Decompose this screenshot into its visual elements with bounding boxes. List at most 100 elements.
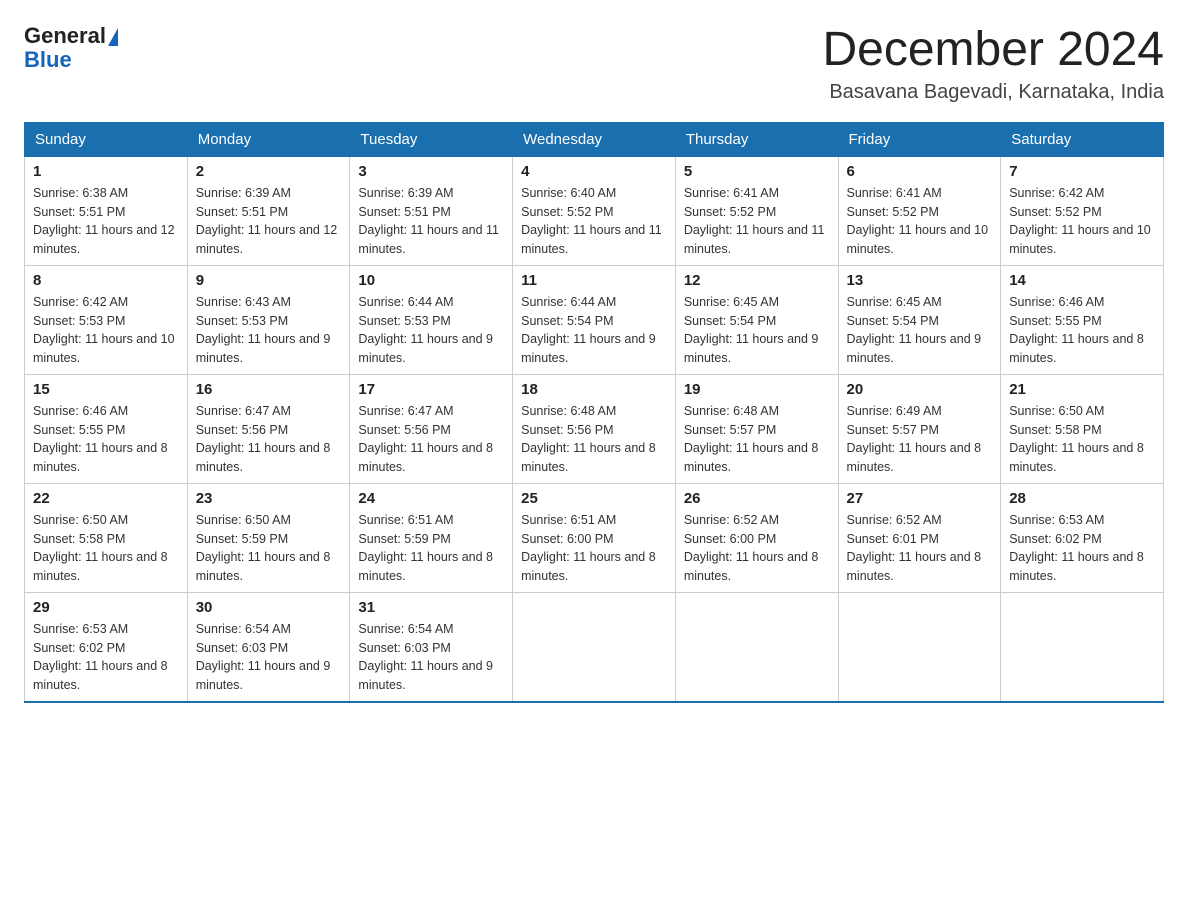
calendar-cell: 6Sunrise: 6:41 AMSunset: 5:52 PMDaylight… (838, 156, 1001, 265)
day-number: 28 (1009, 490, 1155, 507)
calendar-cell: 20 Sunrise: 6:49 AMSunset: 5:57 PMDayligh… (838, 374, 1001, 483)
day-info: Sunrise: 6:46 AMSunset: 5:55 PMDaylight:… (33, 402, 179, 477)
calendar-cell: 1 Sunrise: 6:38 AMSunset: 5:51 PMDaylight… (25, 156, 188, 265)
calendar-cell: 24 Sunrise: 6:51 AMSunset: 5:59 PMDayligh… (350, 483, 513, 592)
logo-blue-text: Blue (24, 48, 72, 72)
calendar-cell: 31 Sunrise: 6:54 AMSunset: 6:03 PMDayligh… (350, 592, 513, 702)
day-info: Sunrise: 6:42 AMSunset: 5:52 PMDaylight:… (1009, 184, 1155, 259)
calendar-cell: 12 Sunrise: 6:45 AMSunset: 5:54 PMDayligh… (675, 265, 838, 374)
page-header: General Blue December 2024 Basavana Bage… (24, 24, 1164, 104)
day-info: Sunrise: 6:54 AMSunset: 6:03 PMDaylight:… (196, 620, 342, 695)
calendar-cell: 8Sunrise: 6:42 AMSunset: 5:53 PMDaylight… (25, 265, 188, 374)
day-info: Sunrise: 6:44 AMSunset: 5:54 PMDaylight:… (521, 293, 667, 368)
day-info: Sunrise: 6:38 AMSunset: 5:51 PMDaylight:… (33, 184, 179, 259)
day-number: 11 (521, 272, 667, 289)
day-number: 31 (358, 599, 504, 616)
day-number: 2 (196, 163, 342, 180)
calendar-cell: 23 Sunrise: 6:50 AMSunset: 5:59 PMDayligh… (187, 483, 350, 592)
day-of-week-header: Tuesday (350, 122, 513, 156)
calendar-table: SundayMondayTuesdayWednesdayThursdayFrid… (24, 122, 1164, 703)
day-info: Sunrise: 6:39 AMSunset: 5:51 PMDaylight:… (358, 184, 504, 259)
calendar-week-row: 22 Sunrise: 6:50 AMSunset: 5:58 PMDayligh… (25, 483, 1164, 592)
day-info: Sunrise: 6:48 AMSunset: 5:57 PMDaylight:… (684, 402, 830, 477)
day-number: 9 (196, 272, 342, 289)
day-number: 20 (847, 381, 993, 398)
calendar-cell: 2 Sunrise: 6:39 AMSunset: 5:51 PMDaylight… (187, 156, 350, 265)
day-number: 4 (521, 163, 667, 180)
calendar-cell: 16 Sunrise: 6:47 AMSunset: 5:56 PMDayligh… (187, 374, 350, 483)
calendar-title: December 2024 (822, 24, 1164, 77)
day-number: 30 (196, 599, 342, 616)
day-info: Sunrise: 6:48 AMSunset: 5:56 PMDaylight:… (521, 402, 667, 477)
calendar-week-row: 8Sunrise: 6:42 AMSunset: 5:53 PMDaylight… (25, 265, 1164, 374)
calendar-week-row: 29Sunrise: 6:53 AMSunset: 6:02 PMDayligh… (25, 592, 1164, 702)
day-info: Sunrise: 6:47 AMSunset: 5:56 PMDaylight:… (196, 402, 342, 477)
day-info: Sunrise: 6:50 AMSunset: 5:58 PMDaylight:… (33, 511, 179, 586)
calendar-cell: 25 Sunrise: 6:51 AMSunset: 6:00 PMDayligh… (513, 483, 676, 592)
day-info: Sunrise: 6:44 AMSunset: 5:53 PMDaylight:… (358, 293, 504, 368)
day-number: 12 (684, 272, 830, 289)
day-number: 16 (196, 381, 342, 398)
day-of-week-header: Sunday (25, 122, 188, 156)
day-number: 6 (847, 163, 993, 180)
calendar-cell: 29Sunrise: 6:53 AMSunset: 6:02 PMDayligh… (25, 592, 188, 702)
day-number: 13 (847, 272, 993, 289)
day-info: Sunrise: 6:51 AMSunset: 5:59 PMDaylight:… (358, 511, 504, 586)
day-number: 24 (358, 490, 504, 507)
day-number: 5 (684, 163, 830, 180)
day-info: Sunrise: 6:53 AMSunset: 6:02 PMDaylight:… (1009, 511, 1155, 586)
day-number: 22 (33, 490, 179, 507)
day-info: Sunrise: 6:49 AMSunset: 5:57 PMDaylight:… (847, 402, 993, 477)
day-info: Sunrise: 6:50 AMSunset: 5:59 PMDaylight:… (196, 511, 342, 586)
day-number: 3 (358, 163, 504, 180)
day-info: Sunrise: 6:45 AMSunset: 5:54 PMDaylight:… (847, 293, 993, 368)
title-block: December 2024 Basavana Bagevadi, Karnata… (822, 24, 1164, 104)
day-info: Sunrise: 6:39 AMSunset: 5:51 PMDaylight:… (196, 184, 342, 259)
calendar-cell: 7 Sunrise: 6:42 AMSunset: 5:52 PMDaylight… (1001, 156, 1164, 265)
day-of-week-header: Friday (838, 122, 1001, 156)
day-number: 23 (196, 490, 342, 507)
logo-general-text: General (24, 24, 106, 48)
day-number: 7 (1009, 163, 1155, 180)
day-info: Sunrise: 6:54 AMSunset: 6:03 PMDaylight:… (358, 620, 504, 695)
logo-triangle-icon (108, 28, 118, 46)
day-number: 26 (684, 490, 830, 507)
calendar-cell: 28 Sunrise: 6:53 AMSunset: 6:02 PMDayligh… (1001, 483, 1164, 592)
calendar-cell: 10Sunrise: 6:44 AMSunset: 5:53 PMDayligh… (350, 265, 513, 374)
calendar-cell: 4Sunrise: 6:40 AMSunset: 5:52 PMDaylight… (513, 156, 676, 265)
calendar-cell (838, 592, 1001, 702)
calendar-cell (1001, 592, 1164, 702)
day-info: Sunrise: 6:53 AMSunset: 6:02 PMDaylight:… (33, 620, 179, 695)
logo: General Blue (24, 24, 118, 72)
day-info: Sunrise: 6:51 AMSunset: 6:00 PMDaylight:… (521, 511, 667, 586)
calendar-cell: 15Sunrise: 6:46 AMSunset: 5:55 PMDayligh… (25, 374, 188, 483)
day-info: Sunrise: 6:52 AMSunset: 6:01 PMDaylight:… (847, 511, 993, 586)
day-number: 25 (521, 490, 667, 507)
calendar-cell: 17 Sunrise: 6:47 AMSunset: 5:56 PMDayligh… (350, 374, 513, 483)
calendar-week-row: 15Sunrise: 6:46 AMSunset: 5:55 PMDayligh… (25, 374, 1164, 483)
calendar-cell: 14 Sunrise: 6:46 AMSunset: 5:55 PMDayligh… (1001, 265, 1164, 374)
day-number: 21 (1009, 381, 1155, 398)
day-info: Sunrise: 6:41 AMSunset: 5:52 PMDaylight:… (684, 184, 830, 259)
day-of-week-header: Saturday (1001, 122, 1164, 156)
day-of-week-header: Wednesday (513, 122, 676, 156)
day-number: 8 (33, 272, 179, 289)
calendar-cell: 22 Sunrise: 6:50 AMSunset: 5:58 PMDayligh… (25, 483, 188, 592)
calendar-cell: 5 Sunrise: 6:41 AMSunset: 5:52 PMDaylight… (675, 156, 838, 265)
calendar-week-row: 1 Sunrise: 6:38 AMSunset: 5:51 PMDaylight… (25, 156, 1164, 265)
day-info: Sunrise: 6:50 AMSunset: 5:58 PMDaylight:… (1009, 402, 1155, 477)
day-number: 14 (1009, 272, 1155, 289)
calendar-cell (675, 592, 838, 702)
day-number: 17 (358, 381, 504, 398)
day-number: 27 (847, 490, 993, 507)
day-number: 19 (684, 381, 830, 398)
calendar-cell: 21 Sunrise: 6:50 AMSunset: 5:58 PMDayligh… (1001, 374, 1164, 483)
day-info: Sunrise: 6:47 AMSunset: 5:56 PMDaylight:… (358, 402, 504, 477)
calendar-header-row: SundayMondayTuesdayWednesdayThursdayFrid… (25, 122, 1164, 156)
day-info: Sunrise: 6:45 AMSunset: 5:54 PMDaylight:… (684, 293, 830, 368)
day-info: Sunrise: 6:46 AMSunset: 5:55 PMDaylight:… (1009, 293, 1155, 368)
calendar-cell: 30 Sunrise: 6:54 AMSunset: 6:03 PMDayligh… (187, 592, 350, 702)
day-number: 18 (521, 381, 667, 398)
day-number: 1 (33, 163, 179, 180)
calendar-cell: 9Sunrise: 6:43 AMSunset: 5:53 PMDaylight… (187, 265, 350, 374)
